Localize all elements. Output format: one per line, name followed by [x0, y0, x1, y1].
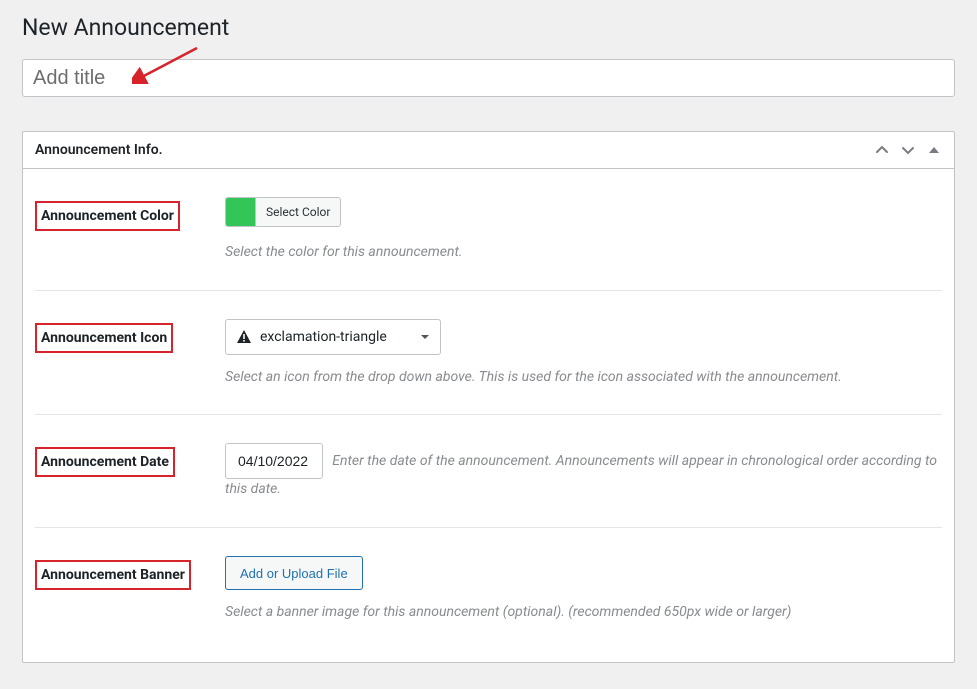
exclamation-triangle-icon	[236, 329, 252, 345]
label-announcement-color: Announcement Color	[35, 201, 180, 231]
field-row-date: Announcement Date Enter the date of the …	[35, 415, 942, 528]
label-announcement-icon: Announcement Icon	[35, 323, 173, 353]
date-input[interactable]	[225, 443, 323, 479]
announcement-info-panel: Announcement Info. Announcement Color Se…	[22, 131, 955, 663]
label-announcement-date: Announcement Date	[35, 447, 175, 477]
page-title: New Announcement	[22, 14, 955, 41]
hint-date: Enter the date of the announcement. Anno…	[225, 453, 937, 498]
field-row-icon: Announcement Icon exclamation-triangle S…	[35, 291, 942, 416]
move-down-icon[interactable]	[900, 142, 916, 158]
move-up-icon[interactable]	[874, 142, 890, 158]
field-row-color: Announcement Color Select Color Select t…	[35, 169, 942, 291]
hint-color: Select the color for this announcement.	[225, 242, 942, 264]
select-color-button[interactable]: Select Color	[225, 197, 341, 227]
hint-banner: Select a banner image for this announcem…	[225, 602, 942, 624]
select-color-label: Select Color	[256, 198, 340, 226]
title-input[interactable]	[22, 59, 955, 97]
icon-select[interactable]: exclamation-triangle	[225, 319, 441, 355]
chevron-down-icon	[420, 332, 430, 342]
label-announcement-banner: Announcement Banner	[35, 560, 191, 590]
hint-icon: Select an icon from the drop down above.…	[225, 367, 942, 389]
collapse-icon[interactable]	[926, 142, 942, 158]
field-row-banner: Announcement Banner Add or Upload File S…	[35, 528, 942, 632]
icon-select-value: exclamation-triangle	[260, 329, 420, 345]
add-upload-file-button[interactable]: Add or Upload File	[225, 556, 363, 590]
color-swatch	[226, 198, 256, 226]
panel-title: Announcement Info.	[35, 142, 163, 158]
panel-header: Announcement Info.	[23, 132, 954, 169]
